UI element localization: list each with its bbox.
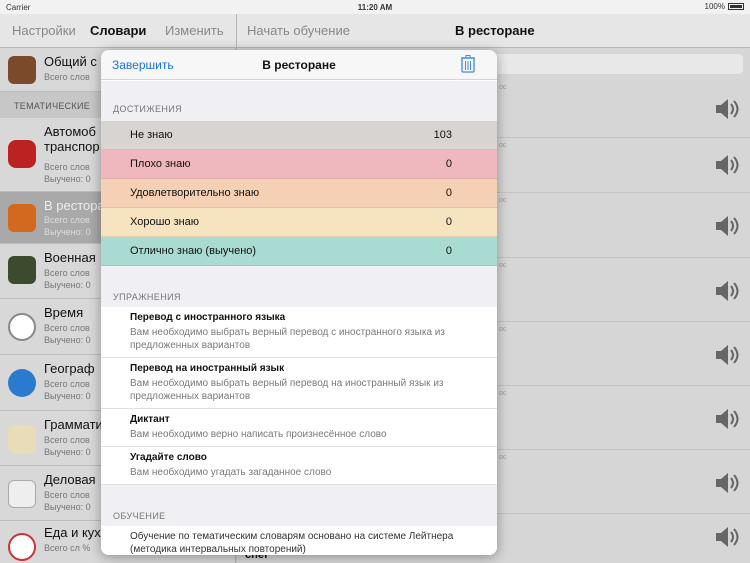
trash-icon[interactable] [461, 55, 475, 73]
list-item-title: Географ [44, 361, 95, 376]
exercise-description: Вам необходимо выбрать верный перевод с … [130, 327, 445, 351]
speaker-icon[interactable] [712, 278, 740, 304]
education-info: Обучение по тематическим словарям основа… [101, 526, 497, 555]
level-row-unknown[interactable]: Не знаю 103 [101, 121, 497, 150]
level-label: Не знаю [130, 129, 173, 141]
exercise-translate-from[interactable]: Перевод с иностранного языка Вам необход… [101, 307, 497, 358]
exercise-dictation[interactable]: Диктант Вам необходимо верно написать пр… [101, 409, 497, 447]
popover-header: Завершить В ресторане [101, 50, 497, 80]
list-item-title: Грамматик [44, 417, 109, 432]
achievements-header: ДОСТИЖЕНИЯ [113, 104, 183, 114]
book-icon [8, 56, 36, 84]
list-item-title: Общий с [44, 54, 97, 69]
list-item-subtitle: Всего сл % [44, 543, 91, 553]
status-bar: Carrier 11:20 AM 100% [0, 0, 750, 14]
list-item-title: Еда и кух [44, 525, 101, 540]
exercise-guess-word[interactable]: Угадайте слово Вам необходимо угадать за… [101, 447, 497, 485]
tank-icon [8, 256, 36, 284]
list-item-title: Военная [44, 250, 96, 265]
list-item-title: Время [44, 305, 84, 320]
list-item-learned: Выучено: 0 [44, 391, 91, 401]
pen-icon [8, 425, 36, 453]
popover-title: В ресторане [262, 58, 336, 72]
row-hint-text: ос [499, 197, 507, 204]
battery-indicator: 100% [705, 2, 744, 11]
dictionaries-button[interactable]: Словари [90, 23, 146, 38]
speaker-icon[interactable] [712, 96, 740, 122]
list-item-subtitle: Всего слов [44, 379, 90, 389]
level-row-good[interactable]: Хорошо знаю 0 [101, 208, 497, 237]
presentation-icon [8, 480, 36, 508]
level-count: 103 [433, 129, 452, 141]
exercise-description: Вам необходимо выбрать верный перевод на… [130, 378, 444, 402]
row-hint-text: ос [499, 326, 507, 333]
list-item-subtitle: Всего слов [44, 162, 90, 172]
globe-icon [8, 369, 36, 397]
list-item-title: Деловая [44, 472, 96, 487]
list-item-subtitle: Всего слов [44, 435, 90, 445]
stopwatch-icon [8, 313, 36, 341]
level-label: Удовлетворительно знаю [130, 187, 260, 199]
nav-divider [236, 14, 237, 48]
speaker-icon[interactable] [712, 213, 740, 239]
restaurant-icon [8, 204, 36, 232]
list-item-subtitle: Всего слов [44, 323, 90, 333]
settings-button[interactable]: Настройки [12, 23, 76, 38]
edit-button[interactable]: Изменить [165, 23, 224, 38]
start-learning-button[interactable]: Начать обучение [247, 23, 350, 38]
battery-percent: 100% [704, 2, 725, 11]
level-label: Хорошо знаю [130, 216, 200, 228]
page-title: В ресторане [455, 23, 535, 38]
row-hint-text: ос [499, 454, 507, 461]
level-row-excellent[interactable]: Отлично знаю (выучено) 0 [101, 237, 497, 266]
list-item-learned: Выучено: 0 [44, 227, 91, 237]
exercise-title: Перевод с иностранного языка [130, 312, 286, 323]
list-item-learned: Выучено: 0 [44, 280, 91, 290]
popover-body: ДОСТИЖЕНИЯ Не знаю 103 Плохо знаю 0 Удов… [101, 81, 497, 555]
speaker-icon[interactable] [712, 524, 740, 550]
battery-icon [728, 3, 744, 10]
exercise-title: Угадайте слово [130, 452, 207, 463]
list-item-learned: Выучено: 0 [44, 335, 91, 345]
exercise-title: Диктант [130, 414, 170, 425]
level-count: 0 [445, 187, 452, 199]
level-label: Плохо знаю [130, 158, 191, 170]
level-row-fair[interactable]: Удовлетворительно знаю 0 [101, 179, 497, 208]
speaker-icon[interactable] [712, 406, 740, 432]
plate-icon [8, 533, 36, 561]
list-item-learned: Выучено: 0 [44, 502, 91, 512]
nav-bar: Настройки Словари Изменить Начать обучен… [0, 14, 750, 48]
level-count: 0 [445, 216, 452, 228]
car-icon [8, 140, 36, 168]
exercises-header: УПРАЖНЕНИЯ [113, 292, 181, 302]
level-count: 0 [445, 245, 452, 257]
exercise-translate-to[interactable]: Перевод на иностранный язык Вам необходи… [101, 358, 497, 409]
list-item-subtitle: Всего слов [44, 215, 90, 225]
clock: 11:20 AM [357, 3, 393, 12]
list-item-learned: Выучено: 0 [44, 447, 91, 457]
speaker-icon[interactable] [712, 470, 740, 496]
row-hint-text: ос [499, 262, 507, 269]
row-hint-text: ос [499, 390, 507, 397]
list-item-subtitle: Всего слов [44, 268, 90, 278]
level-row-poor[interactable]: Плохо знаю 0 [101, 150, 497, 179]
list-item-title: Автомоб транспор [44, 124, 100, 154]
exercise-title: Перевод на иностранный язык [130, 363, 285, 374]
education-text: Обучение по тематическим словарям основа… [130, 531, 454, 555]
level-label: Отлично знаю (выучено) [130, 245, 257, 257]
row-hint-text: ос [499, 142, 507, 149]
list-item-learned: Выучено: 0 [44, 174, 91, 184]
list-item-subtitle: Всего слов [44, 490, 90, 500]
row-hint-text: ос [499, 84, 507, 91]
exercise-description: Вам необходимо угадать загаданное слово [130, 467, 332, 478]
speaker-icon[interactable] [712, 342, 740, 368]
exercise-description: Вам необходимо верно написать произнесён… [130, 429, 387, 440]
list-item-subtitle: Всего слов [44, 72, 90, 82]
level-count: 0 [445, 158, 452, 170]
speaker-icon[interactable] [712, 152, 740, 178]
dictionary-popover: Завершить В ресторане ДОСТИЖЕНИЯ Не знаю… [101, 50, 497, 555]
education-header: ОБУЧЕНИЕ [113, 511, 166, 521]
